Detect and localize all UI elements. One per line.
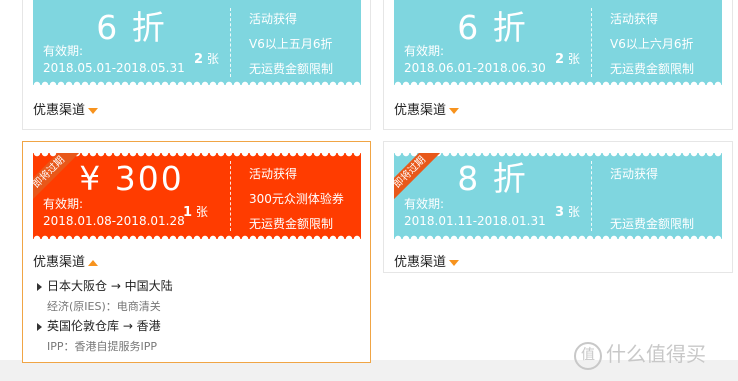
coupon-card: 6 折 有效期: 2018.06.01-2018.06.30 2 张 活动获得 …: [383, 0, 733, 130]
coupon-perforation: [33, 79, 361, 85]
validity-label: 有效期:: [404, 44, 445, 58]
coupon-shipping: 无运费金额限制: [249, 217, 334, 231]
bullet-icon: [37, 282, 42, 291]
coupon-divider: [591, 8, 592, 77]
coupon-amount: 6 折: [457, 8, 528, 47]
validity-dates: 2018.01.11-2018.01.31: [404, 214, 546, 228]
chevron-down-icon: [449, 107, 460, 114]
chevron-down-icon: [449, 259, 460, 266]
coupon-amount: 6 折: [96, 8, 167, 47]
coupon-perforation: [33, 233, 361, 239]
coupon[interactable]: 6 折 有效期: 2018.06.01-2018.06.30 2 张 活动获得 …: [394, 0, 722, 85]
validity-label: 有效期:: [43, 197, 84, 211]
coupon-divider: [230, 161, 231, 231]
coupon-card-selected: ¥ 300 有效期: 2018.01.08-2018.01.28 1 张 活动获…: [22, 141, 371, 363]
expiring-ribbon-label: 即将过期: [394, 153, 440, 199]
coupon-condition: 300元众测体验券: [249, 192, 344, 206]
coupon-count: 1 张: [183, 205, 208, 220]
route-service: 经济(原IES)：电商清关: [47, 300, 161, 313]
channel-toggle[interactable]: 优惠渠道: [394, 251, 460, 270]
coupon-source: 活动获得: [610, 12, 659, 26]
coupon-condition: V6以上六月6折: [610, 37, 694, 51]
validity-dates: 2018.05.01-2018.05.31: [43, 61, 185, 75]
chevron-up-icon: [88, 259, 99, 266]
coupon-count: 2 张: [194, 52, 219, 67]
route-item: 日本大阪仓 → 中国大陆: [37, 277, 173, 294]
validity-dates: 2018.06.01-2018.06.30: [404, 61, 546, 75]
route-service: IPP：香港自提服务IPP: [47, 340, 158, 353]
channel-label: 优惠渠道: [33, 103, 86, 118]
coupon-source: 活动获得: [249, 12, 298, 26]
coupon-count: 3 张: [555, 205, 580, 220]
coupon-divider: [230, 8, 231, 77]
route-item: 英国伦敦仓库 → 香港: [37, 317, 161, 334]
coupon-source: 活动获得: [249, 167, 298, 181]
channel-label: 优惠渠道: [394, 255, 447, 270]
channel-toggle[interactable]: 优惠渠道: [394, 99, 460, 118]
coupon[interactable]: 8 折 有效期: 2018.01.11-2018.01.31 3 张 活动获得 …: [394, 153, 722, 239]
coupon-divider: [591, 161, 592, 231]
coupon-shipping: 无运费金额限制: [610, 62, 695, 76]
coupon-source: 活动获得: [610, 167, 659, 181]
coupon[interactable]: 6 折 有效期: 2018.05.01-2018.05.31 2 张 活动获得 …: [33, 0, 361, 85]
expiring-ribbon: 即将过期: [33, 153, 79, 199]
expiring-ribbon-label: 即将过期: [33, 153, 79, 199]
site-watermark: 值什么值得买: [574, 338, 706, 370]
channel-label: 优惠渠道: [394, 103, 447, 118]
coupon-perforation: [394, 233, 722, 239]
expiring-ribbon: 即将过期: [394, 153, 440, 199]
bullet-icon: [37, 322, 42, 331]
coupon-perforation: [394, 79, 722, 85]
route-path: 日本大阪仓 → 中国大陆: [47, 279, 173, 293]
validity-label: 有效期:: [404, 197, 445, 211]
coupon-card: 6 折 有效期: 2018.05.01-2018.05.31 2 张 活动获得 …: [22, 0, 371, 130]
coupon-shipping: 无运费金额限制: [249, 62, 334, 76]
channel-toggle[interactable]: 优惠渠道: [33, 99, 99, 118]
watermark-text: 什么值得买: [606, 342, 706, 366]
watermark-logo-icon: 值: [574, 341, 602, 370]
coupon-shipping: 无运费金额限制: [610, 217, 695, 231]
validity-label: 有效期:: [43, 44, 84, 58]
channel-toggle[interactable]: 优惠渠道: [33, 251, 99, 270]
coupon-card: 8 折 有效期: 2018.01.11-2018.01.31 3 张 活动获得 …: [383, 141, 733, 273]
channel-label: 优惠渠道: [33, 255, 86, 270]
coupon-count: 2 张: [555, 52, 580, 67]
coupon[interactable]: ¥ 300 有效期: 2018.01.08-2018.01.28 1 张 活动获…: [33, 153, 361, 239]
route-path: 英国伦敦仓库 → 香港: [47, 319, 161, 333]
coupon-condition: V6以上五月6折: [249, 37, 333, 51]
chevron-down-icon: [88, 107, 99, 114]
validity-dates: 2018.01.08-2018.01.28: [43, 214, 185, 228]
